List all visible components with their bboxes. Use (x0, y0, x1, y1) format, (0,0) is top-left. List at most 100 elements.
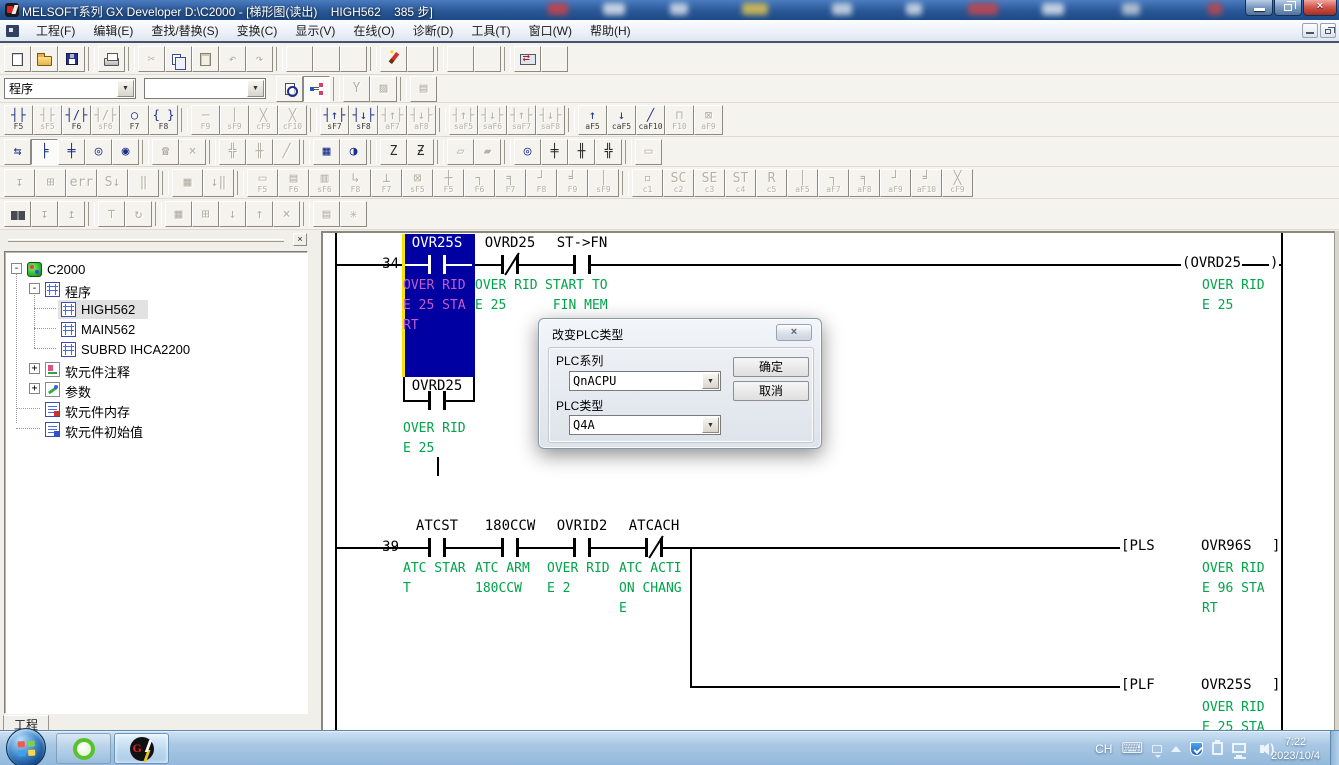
cross-reference-button[interactable]: ▦ (165, 201, 192, 227)
ime-toolbar-icon[interactable] (1152, 745, 1162, 753)
rising-pulse-closed-button[interactable]: ┤↑├saF5 (449, 105, 478, 135)
open-project-button[interactable] (31, 46, 58, 72)
macro-save-button[interactable]: ▤ (313, 201, 340, 227)
sfc-vertical-line-button[interactable]: │sF9 (588, 169, 619, 197)
scan-time-button[interactable]: ╪ (541, 139, 568, 165)
falling-pulse-closed-button[interactable]: ┤↓├saF6 (478, 105, 507, 135)
falling-pulse-closed-parallel-button[interactable]: ┤↓├saF8 (536, 105, 565, 135)
expander-icon[interactable]: - (29, 283, 40, 294)
network-icon[interactable] (1232, 743, 1246, 753)
delete-entry-ladder-button[interactable]: ╬ (595, 139, 622, 165)
coil-button[interactable]: ○F7 (120, 105, 149, 135)
tree-item-c2000[interactable]: - C2000 (5, 260, 307, 280)
panel-grip[interactable] (8, 239, 284, 242)
menu-convert[interactable]: 变换(C) (228, 19, 287, 42)
monitor-write-mode-button[interactable]: ◉ (112, 139, 139, 165)
project-verify-button[interactable] (276, 76, 303, 102)
menu-edit[interactable]: 编辑(E) (84, 19, 142, 42)
sfc-sim-div-write-button[interactable]: ╕aF8 (849, 169, 880, 197)
falling-pulse-parallel-button[interactable]: ┤↓├aF8 (407, 105, 436, 135)
monitor-mode-button[interactable]: ◎ (85, 139, 112, 165)
tree-item-device-comment[interactable]: + 软元件注释 (5, 360, 307, 380)
find-button[interactable] (4, 201, 31, 227)
menu-online[interactable]: 在线(O) (344, 19, 403, 42)
sfc-se-button[interactable]: SEc3 (694, 169, 725, 197)
invert-result-rise-button[interactable]: ↑aF5 (578, 105, 607, 135)
delete-line-button[interactable]: ⊠aF9 (694, 105, 723, 135)
contact-atcst[interactable] (428, 538, 446, 557)
tree-item-program[interactable]: - 程序 (5, 280, 307, 300)
start-button[interactable] (6, 728, 46, 765)
keyboard-icon[interactable]: ⌨ (1121, 742, 1143, 756)
write-mode-button[interactable]: ╪ (58, 139, 85, 165)
find-string-button[interactable] (340, 46, 367, 72)
step-run-button[interactable]: ╬ (219, 139, 246, 165)
taskbar-browser-button[interactable] (56, 733, 111, 764)
panel-close-button[interactable]: × (293, 233, 307, 246)
cancel-button[interactable]: 取消 (733, 381, 809, 401)
find-next-up-button[interactable]: ↑ (246, 201, 273, 227)
menu-window[interactable]: 窗口(W) (520, 19, 581, 42)
expander-icon[interactable]: + (29, 363, 40, 374)
free-line-button[interactable]: ⊓F10 (665, 105, 694, 135)
menu-view[interactable]: 显示(V) (286, 19, 344, 42)
delete-horizontal-line-button[interactable]: ╳cF9 (249, 105, 278, 135)
output-coil[interactable]: OVRD25 (1181, 255, 1242, 271)
sfc-r-button[interactable]: Rc5 (756, 169, 787, 197)
copy-button[interactable] (165, 46, 192, 72)
sfc-dummy-transition-button[interactable]: ⊠sF5 (402, 169, 433, 197)
sfc-sc-button[interactable]: SCc2 (663, 169, 694, 197)
chevron-down-icon[interactable]: ▼ (702, 373, 719, 389)
stop-communication-button[interactable]: × (179, 139, 206, 165)
tree-item-device-init[interactable]: 软元件初始值 (5, 420, 307, 440)
sfc-comment-button[interactable]: ▫c1 (632, 169, 663, 197)
rising-pulse-button[interactable]: ┤↑├sF7 (320, 105, 349, 135)
sfc-line-delete-button[interactable]: ╳cF9 (942, 169, 973, 197)
show-desktop-button[interactable] (1330, 731, 1339, 765)
save-project-button[interactable] (58, 46, 85, 72)
invert-result-fall-button[interactable]: ↓caF5 (607, 105, 636, 135)
partial-run-button[interactable]: ╫ (246, 139, 273, 165)
local-device-monitor-button[interactable]: ▭ (635, 139, 662, 165)
logic-test-start-button[interactable]: ⇆ (4, 139, 31, 165)
menu-find-replace[interactable]: 查找/替换(S) (142, 19, 227, 42)
menu-help[interactable]: 帮助(H) (581, 19, 640, 42)
paste-button[interactable] (192, 46, 219, 72)
entry-data-monitor-button[interactable]: ◑ (340, 139, 367, 165)
find-instruction-button[interactable] (313, 46, 340, 72)
tree-item-subrd[interactable]: SUBRD IHCA2200 (5, 340, 307, 360)
sfc-simultaneous-divergence-button[interactable]: ╕F7 (495, 169, 526, 197)
data-name-combo[interactable]: ▼ (144, 78, 266, 99)
sfc-step-button[interactable]: ▭F5 (247, 169, 278, 197)
ok-button[interactable]: 确定 (733, 357, 809, 377)
online-change-button[interactable]: ▨ (370, 76, 397, 102)
output-device[interactable]: OVR25S (1200, 677, 1253, 693)
sfc-selection-convergence-button[interactable]: ┘F8 (526, 169, 557, 197)
replace-button[interactable]: ⊤ (98, 201, 125, 227)
tree-item-parameter[interactable]: + 参数 (5, 380, 307, 400)
find-device-button[interactable] (286, 46, 313, 72)
mdi-minimize-button[interactable] (1302, 23, 1318, 38)
tile-windows-button[interactable]: ▰ (474, 139, 501, 165)
taskbar-gx-developer-button[interactable] (114, 733, 169, 764)
change-open-close-button[interactable]: ↻ (125, 201, 152, 227)
hardware-icon[interactable] (1212, 742, 1223, 755)
contact-ovrid2[interactable] (573, 538, 591, 557)
contact-ovrd25-nc[interactable] (501, 255, 519, 274)
open-contact-button[interactable]: ┤├F5 (4, 105, 33, 135)
sfc-sim-conv-write-button[interactable]: ╛aF10 (911, 169, 942, 197)
sfc-block-conversion-button[interactable]: ↧ (4, 169, 35, 197)
chevron-down-icon[interactable]: ▼ (247, 80, 264, 97)
print-button[interactable] (98, 46, 125, 72)
delete-result-button[interactable]: × (273, 201, 300, 227)
chevron-down-icon[interactable]: ▼ (702, 417, 719, 433)
mdi-restore-button[interactable] (1320, 23, 1336, 38)
skip-run-button[interactable]: ╱ (273, 139, 300, 165)
sfc-jump-button[interactable]: ↳F8 (340, 169, 371, 197)
macro-utilize-button[interactable]: ✳ (340, 201, 367, 227)
find-up-button[interactable]: ↥ (58, 201, 85, 227)
vertical-line-button[interactable]: │sF9 (220, 105, 249, 135)
expander-icon[interactable]: + (29, 383, 40, 394)
output-device[interactable]: OVR96S (1200, 538, 1253, 554)
undo-button[interactable]: ↶ (219, 46, 246, 72)
